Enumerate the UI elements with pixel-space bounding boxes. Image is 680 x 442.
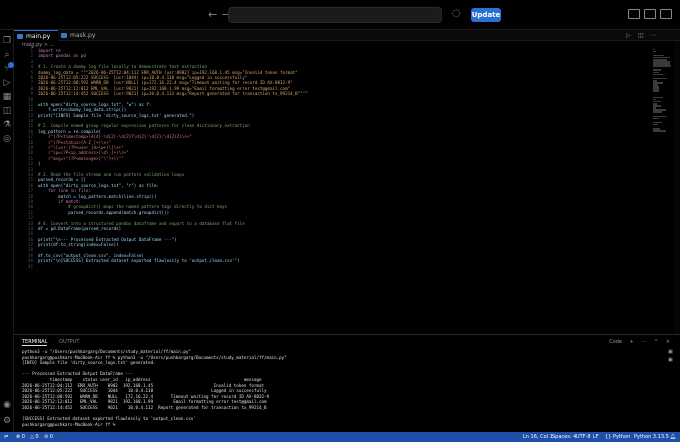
activity-bar: ❐ ⌕ ⑂ ▷ ▦ ◫ ⚗ ◎ ◉ ⚙ xyxy=(0,30,14,432)
tab-output[interactable]: OUTPUT xyxy=(59,339,79,345)
tab-label: mask.py xyxy=(70,32,96,39)
run-file-icon[interactable]: ▷ xyxy=(626,32,631,39)
split-editor-icon[interactable]: ◫ xyxy=(638,32,644,39)
python-interpreter[interactable]: Python 3.13.5 xyxy=(634,432,669,442)
minimap-line xyxy=(653,65,671,67)
close-panel-icon[interactable]: × xyxy=(666,339,670,345)
terminal-instance-icon[interactable]: ▣ xyxy=(668,357,676,363)
cursor-position[interactable]: Ln 16, Col 1 xyxy=(523,432,553,442)
terminal-list: ▣ ▣ xyxy=(668,349,678,365)
indentation[interactable]: Spaces: 4 xyxy=(552,432,576,442)
info-count[interactable]: ⊘ 0 xyxy=(44,432,53,442)
end-of-line[interactable]: LF xyxy=(593,432,599,442)
manage-gear-icon[interactable]: ⚙ xyxy=(2,416,12,426)
language-mode[interactable]: {} Python xyxy=(605,432,630,442)
explorer-icon[interactable]: ❐ xyxy=(2,36,12,46)
minimap-line xyxy=(653,50,656,53)
chat-icon[interactable]: ◎ xyxy=(2,134,12,144)
minimap-line xyxy=(653,73,663,76)
warnings-count[interactable]: △ 0 xyxy=(30,432,39,442)
more-icon[interactable]: ⋯ xyxy=(641,339,646,345)
minimap-line xyxy=(653,111,662,113)
terminal-instance-icon[interactable]: ▣ xyxy=(668,349,676,355)
command-center-search[interactable] xyxy=(228,7,442,23)
code-editor[interactable]: 1 2 3 4 5 6 7 8 9 10 11 12 13 14 15 16 17 18 19 20 21 22 23 24 2… xyxy=(14,48,654,334)
tab-mask-py[interactable]: mask.py xyxy=(58,30,98,41)
tab-main-py[interactable]: main.py × xyxy=(14,30,58,51)
minimap-line xyxy=(653,90,659,92)
title-bar: ← → ◌ Update xyxy=(0,0,680,30)
encoding[interactable]: UTF-8 xyxy=(576,432,591,442)
account-icon[interactable]: ◉ xyxy=(2,400,12,410)
search-icon[interactable]: ⌕ xyxy=(2,50,12,60)
status-bar: ⇌ ⊗ 0 △ 0 ⊘ 0 Ln 16, Col 1 Spaces: 4 UTF… xyxy=(0,432,680,442)
minimap-line xyxy=(653,117,659,120)
terminal-output[interactable]: python3 -u "/Users/pushkargarg/Documents… xyxy=(22,349,662,427)
remote-indicator-icon[interactable]: ⇌ xyxy=(4,432,8,442)
testing-icon[interactable]: ⚗ xyxy=(2,120,12,130)
errors-count[interactable]: ⊗ 0 xyxy=(16,432,25,442)
update-button[interactable]: Update xyxy=(471,8,501,22)
run-debug-icon[interactable]: ▷ xyxy=(2,78,12,88)
more-actions-icon[interactable]: ⋯ xyxy=(650,32,656,39)
extensions-icon[interactable]: ▦ xyxy=(2,92,12,102)
tab-label: main.py xyxy=(26,33,51,40)
toggle-panel-icon[interactable] xyxy=(644,9,656,19)
notifications-bell-icon[interactable]: 🔔︎ xyxy=(670,432,676,442)
python-file-icon xyxy=(17,34,23,39)
editor-tabs: main.py × mask.py ▷ ◫ ⋯ xyxy=(14,30,680,51)
tab-terminal[interactable]: TERMINAL xyxy=(22,339,48,346)
minimap-line xyxy=(653,123,658,126)
code-line[interactable] xyxy=(38,264,648,269)
panel-tabs: TERMINAL OUTPUT xyxy=(22,339,89,347)
new-terminal-icon[interactable]: + xyxy=(630,339,634,345)
remote-explorer-icon[interactable]: ◫ xyxy=(2,106,12,116)
panel-actions: Code + ⋯ ^ × xyxy=(603,339,670,345)
maximize-panel-icon[interactable]: ^ xyxy=(654,339,658,345)
minimap[interactable] xyxy=(652,48,674,132)
editor-scrollbar[interactable] xyxy=(674,41,680,334)
back-button[interactable]: ← xyxy=(208,8,217,21)
toggle-secondary-sidebar-icon[interactable] xyxy=(660,9,672,19)
python-file-icon xyxy=(61,33,67,38)
terminal-line: pushkargarg@pushkars-MacBook-Air ff % xyxy=(22,421,118,427)
bottom-panel: TERMINAL OUTPUT Code + ⋯ ^ × python3 -u … xyxy=(14,334,680,432)
terminal-profile-label[interactable]: Code xyxy=(609,339,622,345)
code-area[interactable]: import re import pandas as pd # 1. Create … xyxy=(38,48,648,269)
toggle-sidebar-icon[interactable] xyxy=(628,9,640,19)
chat-icon[interactable]: ◌ xyxy=(452,8,461,19)
minimap-line xyxy=(653,130,666,132)
line-number-gutter: 1 2 3 4 5 6 7 8 9 10 11 12 13 14 15 16 17 18 19 20 21 22 23 24 2… xyxy=(14,48,36,269)
line-number: 41 xyxy=(28,263,33,269)
